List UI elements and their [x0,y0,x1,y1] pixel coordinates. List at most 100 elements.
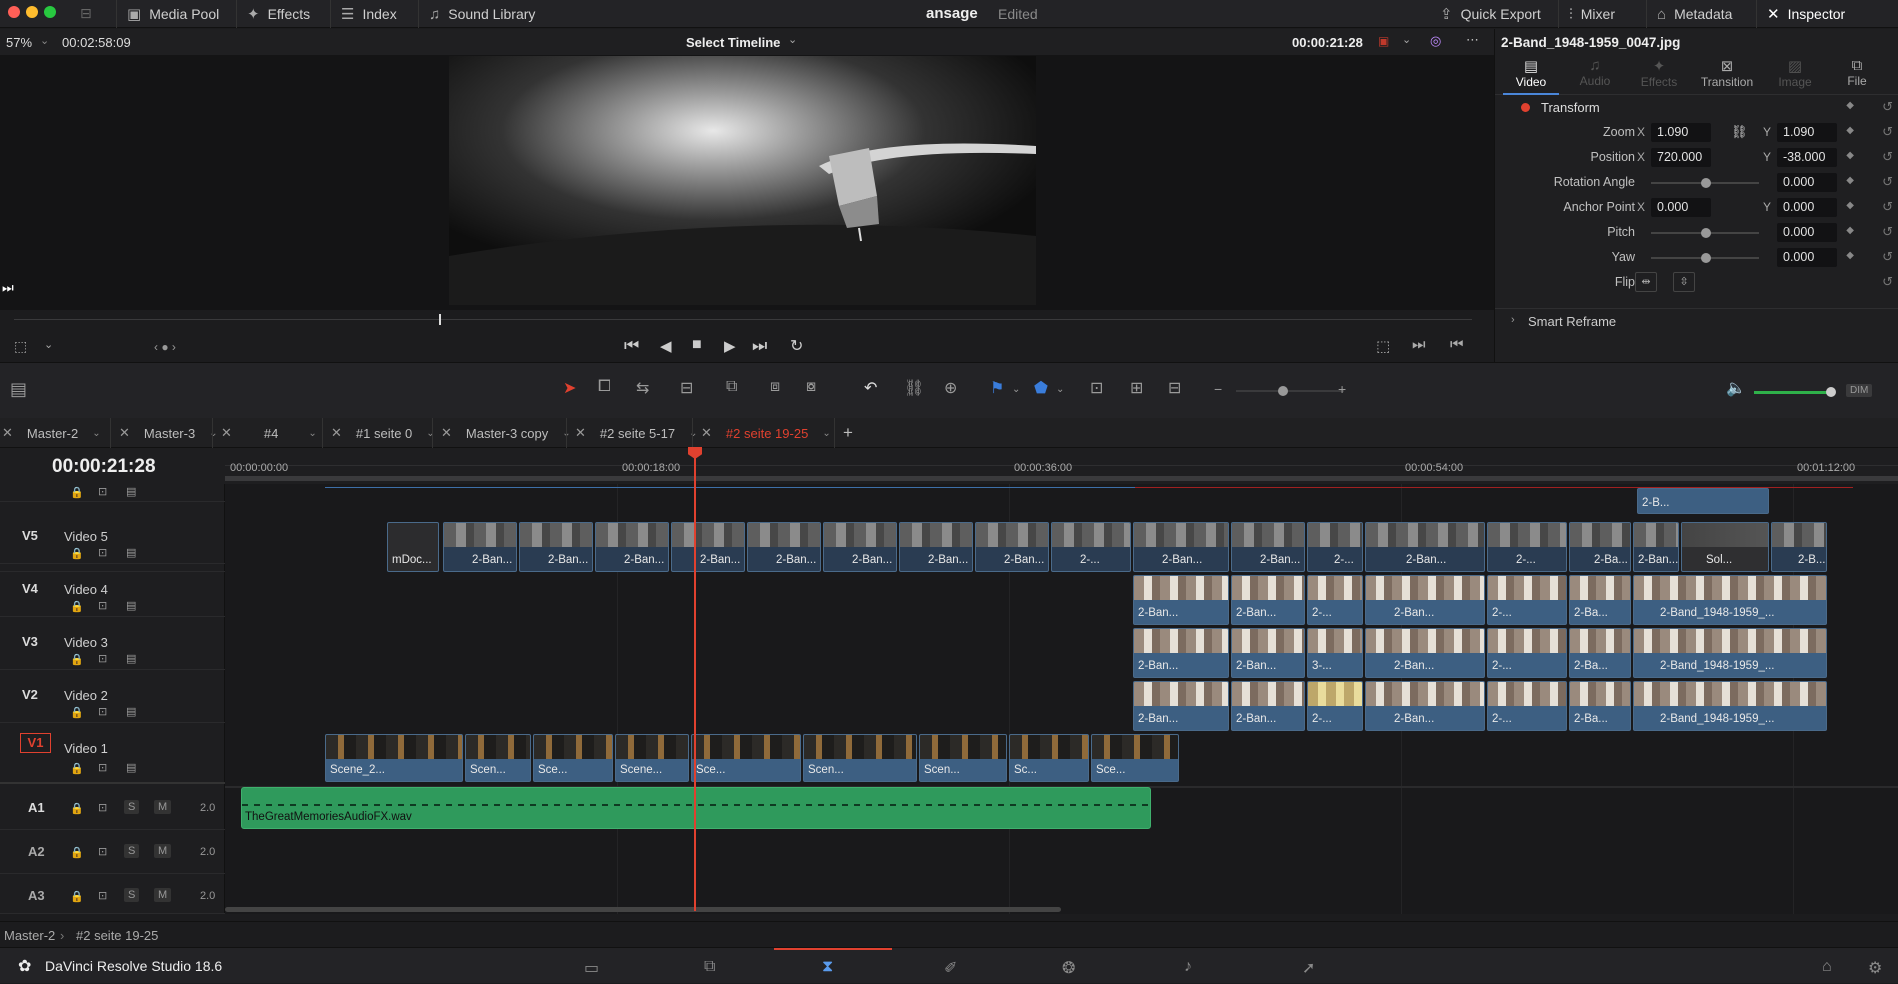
anchor-y-field[interactable]: 0.000 [1777,198,1837,217]
dynamic-trim-icon[interactable]: ⇆ [636,378,649,398]
tab-4[interactable]: ✕ #4 ⌄ [212,418,317,448]
tab-video[interactable]: ▤ Video [1503,57,1559,95]
auto-select-icon[interactable]: ⊡ [98,705,107,718]
mute-button[interactable]: M [154,888,172,902]
clip-v5[interactable]: 2-Ban... [671,522,745,572]
lock-icon[interactable]: 🔒 [70,762,84,775]
clip-v3[interactable]: 3-... [1307,628,1363,678]
track-id-v1-target[interactable]: V1 [20,733,51,753]
transform-header[interactable]: Transform ◆ ↺ [1495,96,1898,120]
keyframe-diamond-icon[interactable]: ◆ [1846,100,1854,111]
metadata-button[interactable]: ⌂ Metadata [1646,0,1742,28]
tab-effects[interactable]: ✦ Effects [1631,57,1687,95]
yaw-slider[interactable] [1651,253,1759,263]
fairlight-page-icon[interactable]: ♪ [1184,958,1192,976]
mute-button[interactable]: M [154,844,172,858]
flag-icon[interactable]: ⚑ [990,378,1004,398]
insert-clip-icon[interactable]: ⧉ [726,378,737,396]
clip-v4[interactable]: 2-Ban... [1231,575,1305,625]
lock-icon[interactable]: 🔒 [70,706,84,719]
media-pool-button[interactable]: ▣ Media Pool [116,0,229,28]
zoom-detail-icon[interactable]: ⊞ [1130,378,1143,398]
media-page-icon[interactable]: ▭ [584,958,599,978]
keyframe-diamond-icon[interactable]: ◆ [1846,150,1854,161]
timeline-scrollbar[interactable] [225,907,1061,912]
clip-v4[interactable]: 2-Ban... [1133,575,1229,625]
inspector-button[interactable]: ✕ Inspector [1756,0,1855,28]
clip-v5[interactable]: 2-Ban... [595,522,669,572]
select-timeline-dropdown[interactable]: Select Timeline [686,35,780,50]
match-frame-icon[interactable]: ⬚ [1376,337,1390,355]
keyframe-diamond-icon[interactable]: ◆ [1846,200,1854,211]
jump-to-end-icon[interactable]: ⏭ [752,336,767,356]
viewer-overlay-icon[interactable]: ⬚ [14,338,27,355]
dim-button[interactable]: DIM [1846,384,1873,397]
solo-button[interactable]: S [124,844,140,858]
clip-v2[interactable]: 2-... [1307,681,1363,731]
track-visibility-icon[interactable]: ▤ [126,546,136,559]
close-icon[interactable]: ✕ [331,425,342,441]
mixer-button[interactable]: ⫶ Mixer [1558,0,1625,28]
deliver-page-icon[interactable]: ➚ [1302,958,1315,978]
clip-v4[interactable]: 2-Ban... [1365,575,1485,625]
clip-v2[interactable]: 2-Band_1948-1959_... [1633,681,1827,731]
maximize-window-button[interactable] [44,6,56,18]
stop-icon[interactable]: ■ [692,336,702,354]
clip-v5[interactable]: 2-B... [1771,522,1827,572]
clip-v1[interactable]: Sce... [691,734,801,782]
replace-clip-icon[interactable]: ⧇ [806,378,816,396]
pitch-field[interactable]: 0.000 [1777,223,1837,242]
timeline-area[interactable]: 2-B... mDoc... 2-Ban... 2-Ban... 2-Ban..… [225,484,1898,914]
clip-v5[interactable]: 2-Ban... [747,522,821,572]
zoom-in-icon[interactable]: + [1338,381,1346,397]
clip-v3[interactable]: 2-Band_1948-1959_... [1633,628,1827,678]
scrubber-playhead[interactable] [439,314,441,325]
breadcrumb-current[interactable]: #2 seite 19-25 [76,928,158,943]
clip-v5[interactable]: 2-Ban... [975,522,1049,572]
tab-master-2[interactable]: ✕ Master-2 ⌄ [2,418,101,448]
position-x-field[interactable]: 720.000 [1651,148,1711,167]
reset-icon[interactable]: ↺ [1882,149,1893,165]
clip-top[interactable]: 2-B... [1637,488,1769,514]
quick-export-button[interactable]: ⇪ Quick Export [1430,0,1551,28]
tab-image[interactable]: ▨ Image [1767,57,1823,95]
close-icon[interactable]: ✕ [119,425,130,441]
transform-enable-toggle[interactable] [1521,103,1530,112]
clip-v3[interactable]: 2-... [1487,628,1567,678]
keyframe-diamond-icon[interactable]: ◆ [1846,225,1854,236]
close-window-button[interactable] [8,6,20,18]
auto-select-icon[interactable]: ⊡ [98,485,107,498]
track-visibility-icon[interactable]: ▤ [126,485,136,498]
tab-transition[interactable]: ⊠ Transition [1691,57,1763,95]
clip-v5[interactable]: 2-Ban... [1365,522,1485,572]
clip-v4[interactable]: 2-Ba... [1569,575,1631,625]
clip-v4[interactable]: 2-Band_1948-1959_... [1633,575,1827,625]
lock-icon[interactable]: 🔒 [70,890,84,903]
breadcrumb-root[interactable]: Master-2 [4,928,55,943]
chevron-down-icon[interactable]: ⌄ [788,33,797,46]
lock-icon[interactable]: 🔒 [70,600,84,613]
timeline-playhead[interactable] [694,455,696,911]
volume-icon[interactable]: 🔈 [1726,378,1746,398]
minimize-window-button[interactable] [26,6,38,18]
scrubber-track[interactable] [14,319,1472,320]
pitch-slider[interactable] [1651,228,1759,238]
clip-v1[interactable]: Scen... [465,734,531,782]
reset-icon[interactable]: ↺ [1882,249,1893,265]
keyframe-diamond-icon[interactable]: ◆ [1846,250,1854,261]
rotation-slider-knob[interactable] [1701,178,1711,188]
more-options-icon[interactable]: ⋯ [1466,32,1479,48]
zoom-out-icon[interactable]: − [1214,381,1222,397]
auto-select-icon[interactable]: ⊡ [98,599,107,612]
timeline-ruler[interactable]: 00:00:00:00 00:00:18:00 00:00:36:00 00:0… [225,448,1898,484]
yaw-field[interactable]: 0.000 [1777,248,1837,267]
fx-icon[interactable]: ▣ [1378,34,1389,48]
audio-clip-a1[interactable]: TheGreatMemoriesAudioFX.wav [241,787,1151,829]
auto-select-icon[interactable]: ⊡ [98,761,107,774]
yaw-slider-knob[interactable] [1701,253,1711,263]
track-visibility-icon[interactable]: ▤ [126,705,136,718]
layout-icon[interactable]: ▤ [10,379,27,400]
clip-v2[interactable]: 2-Ban... [1365,681,1485,731]
tab-1-seite-0[interactable]: ✕ #1 seite 0 ⌄ [322,418,435,448]
blade-tool-icon[interactable]: ⊟ [680,378,693,398]
